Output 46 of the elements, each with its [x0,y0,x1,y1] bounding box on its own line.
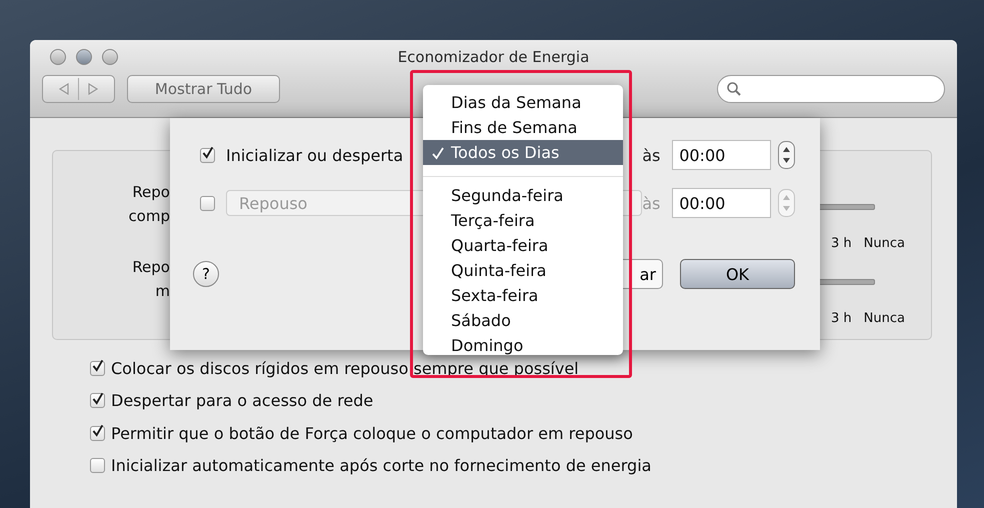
option-label: Despertar para o acesso de rede [111,391,374,410]
menu-item[interactable]: Todos os Dias [423,140,623,165]
menu-item[interactable]: Domingo [423,333,623,358]
at-label: às [642,194,662,212]
checkbox[interactable] [90,426,105,441]
back-icon[interactable] [58,83,70,95]
minimize-button[interactable] [76,49,92,65]
tick-label: Nunca [864,311,905,326]
checkbox[interactable] [90,360,105,376]
menu-item[interactable]: Segunda-feira [423,183,623,208]
check-icon [431,146,445,160]
tick-label: 3 h [831,236,852,251]
menu-item[interactable]: Sábado [423,308,623,333]
setting-label: Repo [132,257,170,278]
menu-item[interactable]: Sexta-feira [423,283,623,308]
checkbox[interactable] [90,393,105,408]
ok-button[interactable]: OK [680,259,795,289]
at-label: às [642,146,662,164]
option-label: Colocar os discos rígidos em repouso sempre que possível [111,358,579,378]
tick-label: 3 h [831,311,852,326]
option-label: Permitir que o botão de Força coloque o computador em repouso [111,424,633,443]
setting-label: m [155,281,170,302]
menu-item[interactable]: Quarta-feira [423,233,623,258]
back-forward-control[interactable] [42,75,115,103]
search-field[interactable] [717,75,945,103]
tick-label: Nunca [864,236,905,251]
menu-item[interactable]: Dias da Semana [423,90,623,115]
search-icon [726,81,742,97]
cancel-button[interactable]: ar [623,259,663,289]
schedule-label: Inicializar ou desperta [226,146,404,164]
time-stepper[interactable] [778,141,795,169]
setting-label: Repo [132,182,170,203]
menu-item[interactable]: Quinta-feira [423,258,623,283]
window-title: Economizador de Energia [398,48,590,66]
menu-item[interactable]: Terça-feira [423,208,623,233]
checkbox[interactable] [200,148,215,162]
checkbox[interactable] [90,458,105,474]
close-button[interactable] [50,49,66,65]
option-label: Inicializar automaticamente após corte no fornecimento de energia [111,456,652,476]
forward-icon[interactable] [87,83,99,95]
zoom-button[interactable] [102,49,118,65]
show-all-button[interactable]: Mostrar Tudo [127,75,280,103]
time-field[interactable]: 00:00 [672,140,772,170]
menu-item[interactable]: Fins de Semana [423,115,623,140]
setting-label: comp [128,206,170,227]
help-button[interactable]: ? [193,261,219,287]
